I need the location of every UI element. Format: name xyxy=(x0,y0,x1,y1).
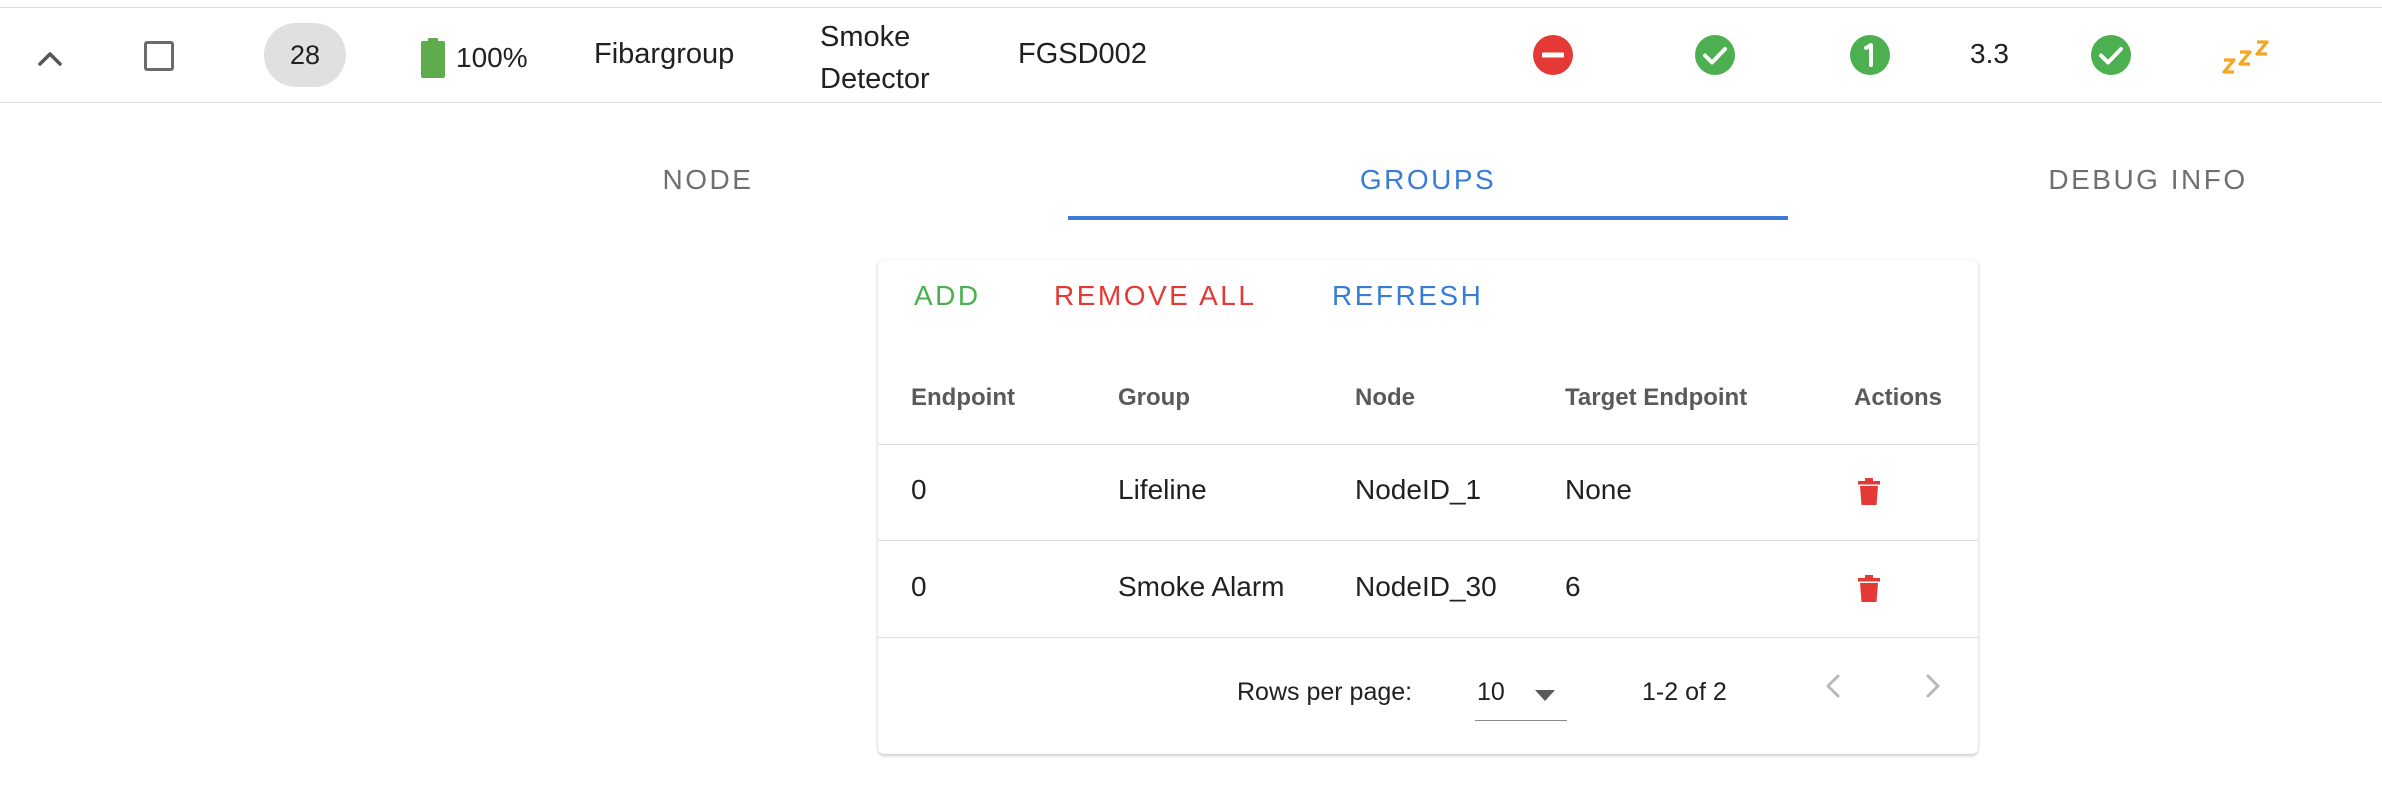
chevron-left-icon xyxy=(1826,674,1840,698)
table-pagination: Rows per page: 10 1-2 of 2 xyxy=(878,638,1978,754)
product-name-line2: Detector xyxy=(820,63,930,95)
table-header: Endpoint Group Node Target Endpoint Acti… xyxy=(878,364,1978,445)
tab-node[interactable]: NODE xyxy=(530,150,886,210)
cell-target-endpoint: 6 xyxy=(1565,571,1581,602)
product-name: Smoke Detector xyxy=(820,16,930,100)
rows-per-page-value: 10 xyxy=(1477,678,1505,706)
column-header-target-endpoint[interactable]: Target Endpoint xyxy=(1565,384,1747,412)
active-tab-indicator xyxy=(1068,216,1788,220)
remove-all-button[interactable]: REMOVE ALL xyxy=(1054,276,1256,316)
table-row: 0 Smoke Alarm NodeID_30 6 xyxy=(878,541,1978,638)
pagination-range: 1-2 of 2 xyxy=(1642,678,1727,706)
rows-per-page-label: Rows per page: xyxy=(1237,678,1413,706)
column-header-endpoint[interactable]: Endpoint xyxy=(911,384,1015,412)
column-header-node[interactable]: Node xyxy=(1355,384,1415,412)
sleep-icon xyxy=(2222,38,2274,76)
chevron-right-icon xyxy=(1926,674,1940,698)
card-actions: ADD REMOVE ALL REFRESH xyxy=(878,260,1978,332)
groups-card: ADD REMOVE ALL REFRESH Endpoint Group No… xyxy=(878,260,1978,754)
firmware-version: 3.3 xyxy=(1970,38,2009,69)
refresh-button[interactable]: REFRESH xyxy=(1332,276,1483,316)
tab-debug-info[interactable]: DEBUG INFO xyxy=(1970,150,2326,210)
add-button[interactable]: ADD xyxy=(914,276,981,316)
cell-endpoint: 0 xyxy=(911,571,927,602)
forbidden-icon xyxy=(1532,34,1574,76)
battery-level: 100% xyxy=(420,35,528,81)
check-circle-icon xyxy=(1694,34,1736,76)
next-page-button[interactable] xyxy=(1912,666,1952,706)
page: 28 100% Fibargroup Smoke Detector FGSD00… xyxy=(0,0,2382,800)
chevron-up-icon[interactable] xyxy=(30,46,70,70)
tab-groups[interactable]: GROUPS xyxy=(1068,150,1788,210)
node-id-chip: 28 xyxy=(264,23,346,87)
info-circle-icon xyxy=(1849,34,1891,76)
rows-per-page-select[interactable]: 10 xyxy=(1475,666,1567,721)
previous-page-button[interactable] xyxy=(1814,666,1854,706)
product-code: FGSD002 xyxy=(1018,38,1147,70)
column-header-group[interactable]: Group xyxy=(1118,384,1190,412)
cell-endpoint: 0 xyxy=(911,474,927,505)
check-circle-icon xyxy=(2090,34,2132,76)
cell-node: NodeID_1 xyxy=(1355,474,1482,505)
product-name-line1: Smoke xyxy=(820,21,911,53)
delete-icon[interactable] xyxy=(1856,575,1882,603)
row-select-checkbox[interactable] xyxy=(144,41,174,71)
cell-group: Smoke Alarm xyxy=(1118,571,1285,602)
device-row[interactable]: 28 100% Fibargroup Smoke Detector FGSD00… xyxy=(0,8,2382,103)
column-header-actions: Actions xyxy=(1854,384,1943,411)
cell-node: NodeID_30 xyxy=(1355,571,1497,602)
delete-icon[interactable] xyxy=(1856,478,1882,506)
dropdown-arrow-icon xyxy=(1535,690,1555,701)
cell-group: Lifeline xyxy=(1118,474,1207,505)
manufacturer: Fibargroup xyxy=(594,38,735,70)
cell-target-endpoint: None xyxy=(1565,474,1632,505)
battery-percent: 100% xyxy=(456,42,528,73)
table-row: 0 Lifeline NodeID_1 None xyxy=(878,444,1978,541)
battery-icon xyxy=(421,38,445,78)
